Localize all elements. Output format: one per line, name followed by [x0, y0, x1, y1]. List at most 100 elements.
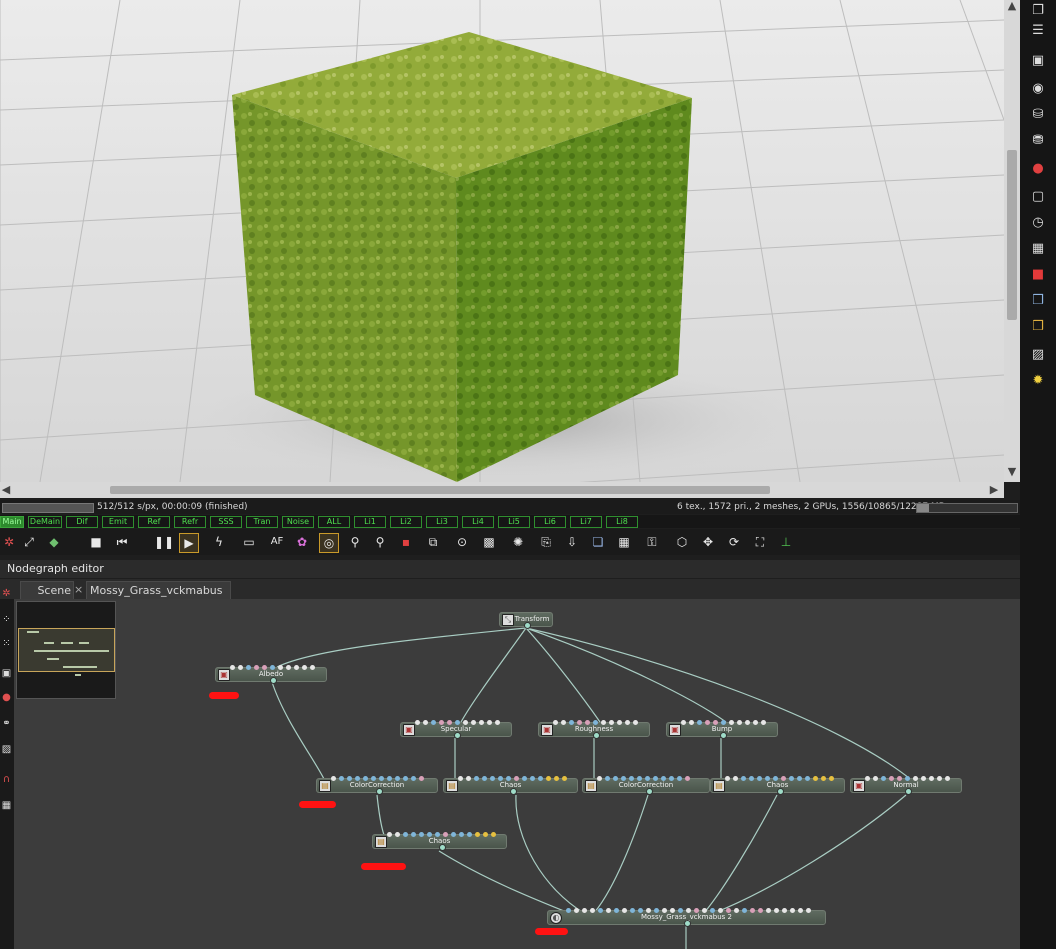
pause-icon[interactable]: ❚❚ — [154, 533, 174, 551]
output-pin[interactable] — [646, 788, 653, 795]
color-cube-icon[interactable]: ◆ — [45, 533, 63, 551]
node-layout-icon[interactable]: ⁙ — [0, 637, 13, 651]
node-image-icon[interactable]: ▣ — [0, 667, 13, 681]
output-pin[interactable] — [905, 788, 912, 795]
af-icon[interactable]: AF — [268, 533, 286, 551]
pass-li4[interactable]: Li4 — [462, 516, 494, 528]
move-icon[interactable]: ✥ — [699, 533, 717, 551]
horizontal-scroll-thumb[interactable] — [110, 486, 770, 494]
database-multi-icon[interactable]: ⛃ — [1029, 132, 1047, 150]
output-pin[interactable] — [593, 732, 600, 739]
cube-icon[interactable]: ⬡ — [673, 533, 691, 551]
copy-icon[interactable]: ⎘ — [537, 533, 555, 551]
white-balance-icon[interactable]: ⚲ — [346, 533, 364, 551]
pass-dif[interactable]: Dif — [66, 516, 98, 528]
node-transform[interactable]: ⤡ Transform — [499, 612, 553, 629]
yellow-cubes-icon[interactable]: ❒ — [1029, 318, 1047, 336]
monitor-icon[interactable]: ▭ — [240, 533, 258, 551]
settings-icon[interactable]: ✲ — [0, 533, 18, 551]
object-picker-icon[interactable]: ▪ — [397, 533, 415, 551]
layers-icon[interactable]: ❏ — [589, 533, 607, 551]
graph-icon[interactable]: ▦ — [1029, 240, 1047, 258]
vertical-scroll-thumb[interactable] — [1007, 150, 1017, 320]
node-magnet-icon[interactable]: ∩ — [0, 773, 13, 787]
paint-bucket-icon[interactable]: ● — [1029, 160, 1047, 178]
pass-main[interactable]: Main — [0, 516, 24, 528]
pass-ref[interactable]: Ref — [138, 516, 170, 528]
pass-li2[interactable]: Li2 — [390, 516, 422, 528]
image-icon[interactable]: ▣ — [1029, 52, 1047, 70]
pass-li8[interactable]: Li8 — [606, 516, 638, 528]
expand-icon[interactable]: ⛶ — [751, 533, 769, 551]
pass-sss[interactable]: SSS — [210, 516, 242, 528]
viewport-vertical-scrollbar[interactable]: ▲ ▼ — [1004, 0, 1020, 482]
lock-icon[interactable]: ⚿ — [643, 533, 661, 551]
nodegraph-canvas[interactable]: ⤡ Transform ▣ Albedo ▣ Specular ▣ Roughn… — [14, 599, 1020, 949]
node-link-icon[interactable]: ⚭ — [0, 717, 13, 731]
scroll-down-arrow[interactable]: ▼ — [1006, 466, 1018, 478]
node-paint-icon[interactable]: ● — [0, 691, 13, 705]
node-specular[interactable]: ▣ Specular — [400, 720, 512, 739]
database-icon[interactable]: ⛁ — [1029, 106, 1047, 124]
focus-picker-icon[interactable]: ◎ — [319, 533, 339, 553]
node-add-icon[interactable]: ⁘ — [0, 613, 13, 627]
window-icon[interactable]: ❐ — [1029, 2, 1047, 20]
pass-li7[interactable]: Li7 — [570, 516, 602, 528]
list-icon[interactable]: ☰ — [1029, 22, 1047, 40]
scroll-left-arrow[interactable]: ◀ — [0, 484, 12, 496]
zoom-icon[interactable]: ⊙ — [453, 533, 471, 551]
sun-icon[interactable]: ✹ — [1029, 372, 1047, 390]
node-roughness[interactable]: ▣ Roughness — [538, 720, 650, 739]
output-pin[interactable] — [524, 622, 531, 629]
rewind-icon[interactable]: ⏮ — [113, 533, 131, 551]
material-picker-icon[interactable]: ⚲ — [371, 533, 389, 551]
tab-scene[interactable]: Scene — [20, 581, 74, 599]
node-bump[interactable]: ▣ Bump — [666, 720, 778, 739]
node-chaos-3[interactable]: ▤ Chaos — [372, 832, 507, 851]
pass-li5[interactable]: Li5 — [498, 516, 530, 528]
viewport-horizontal-scrollbar[interactable]: ◀ ▶ — [0, 482, 1004, 498]
rotate-icon[interactable]: ⟳ — [725, 533, 743, 551]
minimap-viewport-frame[interactable] — [18, 628, 115, 672]
close-icon[interactable]: × — [74, 581, 83, 598]
frame-icon[interactable]: ▢ — [1029, 188, 1047, 206]
camera-icon[interactable]: ◉ — [1029, 80, 1047, 98]
output-pin[interactable] — [777, 788, 784, 795]
play-icon[interactable]: ▶ — [179, 533, 199, 553]
render-viewport[interactable] — [0, 0, 1004, 482]
pass-refr[interactable]: Refr — [174, 516, 206, 528]
export-icon[interactable]: ⇩ — [563, 533, 581, 551]
node-table-icon[interactable]: ▦ — [0, 799, 13, 813]
picture-icon[interactable]: ▨ — [1029, 346, 1047, 364]
node-chaos-2[interactable]: ▤ Chaos — [710, 776, 845, 795]
pass-demain[interactable]: DeMain — [28, 516, 62, 528]
output-pin[interactable] — [684, 920, 691, 927]
node-chaos-1[interactable]: ▤ Chaos — [443, 776, 578, 795]
pass-li6[interactable]: Li6 — [534, 516, 566, 528]
output-pin[interactable] — [454, 732, 461, 739]
output-pin[interactable] — [510, 788, 517, 795]
texture-icon[interactable]: ▦ — [615, 533, 633, 551]
node-material-mossy-grass[interactable]: ◐ Mossy_Grass_vckmabus 2 — [547, 908, 826, 927]
cubes-icon[interactable]: ❒ — [1029, 292, 1047, 310]
scroll-up-arrow[interactable]: ▲ — [1006, 0, 1018, 12]
pass-emit[interactable]: Emit — [102, 516, 134, 528]
region-icon[interactable]: ▩ — [480, 533, 498, 551]
nodegraph-minimap[interactable] — [16, 601, 116, 699]
settings-icon[interactable]: ✲ — [0, 587, 13, 601]
output-pin[interactable] — [720, 732, 727, 739]
tab-mossy-grass[interactable]: Mossy_Grass_vckmabus 2 — [86, 581, 231, 614]
scroll-right-arrow[interactable]: ▶ — [988, 484, 1000, 496]
color-wheel-icon[interactable]: ✿ — [293, 533, 311, 551]
fit-icon[interactable]: ⤢ — [20, 533, 38, 551]
output-pin[interactable] — [439, 844, 446, 851]
output-pin[interactable] — [270, 677, 277, 684]
pass-li3[interactable]: Li3 — [426, 516, 458, 528]
clock-icon[interactable]: ◷ — [1029, 214, 1047, 232]
loading-icon[interactable]: ✺ — [509, 533, 527, 551]
node-grid-icon[interactable]: ▨ — [0, 743, 13, 757]
node-albedo[interactable]: ▣ Albedo — [215, 665, 327, 684]
camera-target-icon[interactable]: ⧉ — [424, 533, 442, 551]
pass-noise[interactable]: Noise — [282, 516, 314, 528]
stop-icon[interactable]: ■ — [87, 533, 105, 551]
